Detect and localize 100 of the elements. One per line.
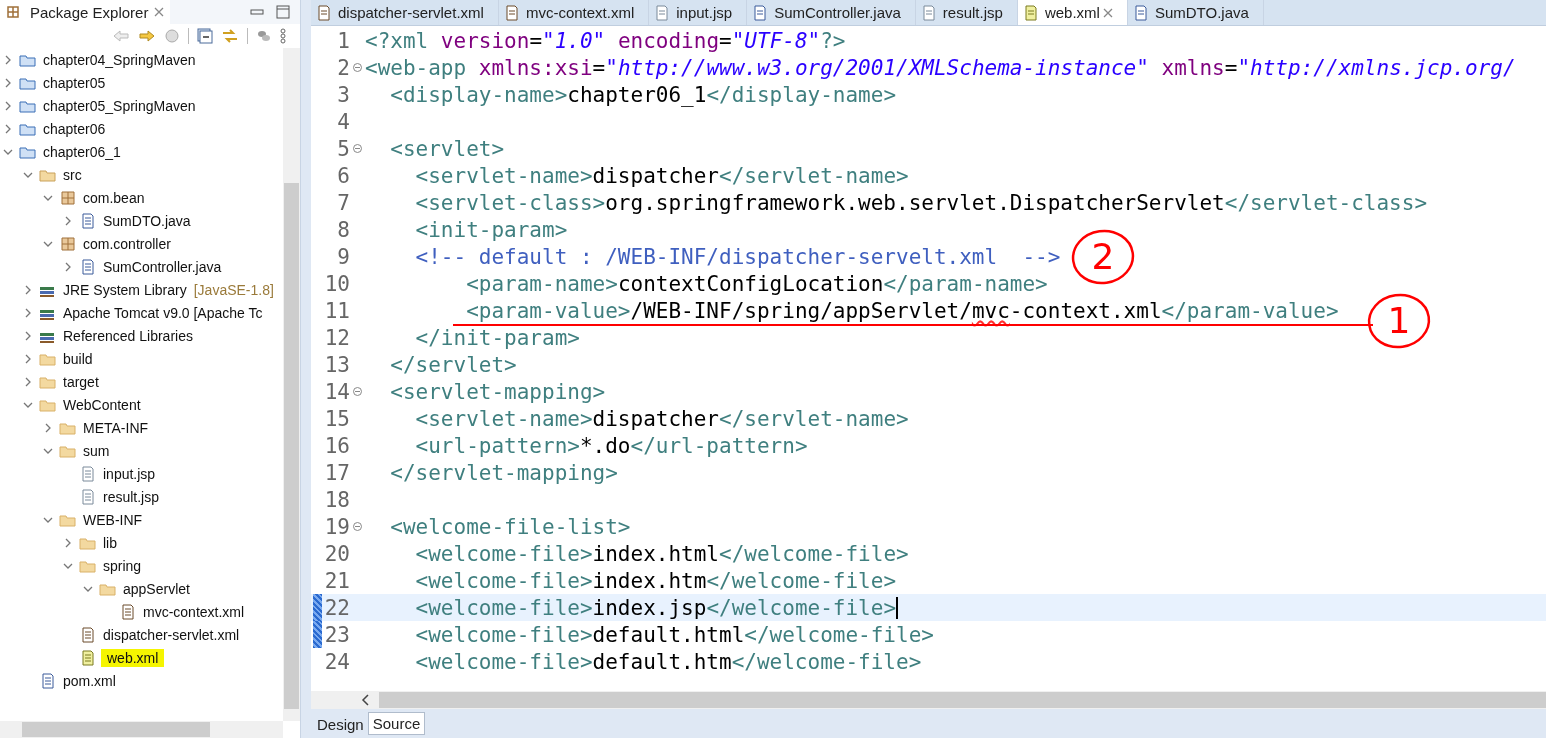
scroll-left-icon[interactable] (361, 694, 371, 706)
code-token: ?> (820, 28, 846, 53)
line-number: 7 (336, 190, 350, 215)
tree-item[interactable]: chapter05 (41, 74, 108, 91)
line-number: 21 (323, 568, 350, 593)
tree-item[interactable]: build (61, 350, 95, 367)
expand-chevron-icon[interactable] (3, 77, 13, 88)
code-token: <url-pattern> (414, 433, 580, 458)
editor-tab[interactable]: input.jsp (649, 0, 748, 25)
editor-tab[interactable]: result.jsp (915, 0, 1018, 25)
tree-item[interactable]: com.controller (81, 235, 173, 252)
minimize-icon[interactable] (250, 7, 264, 17)
fold-icon[interactable] (353, 387, 362, 396)
tree-item[interactable]: sum (81, 442, 112, 459)
code-token: <param-name> (465, 271, 618, 296)
maximize-icon[interactable] (276, 5, 290, 19)
tree-item[interactable]: web.xml (101, 648, 165, 667)
expand-chevron-icon[interactable] (23, 353, 33, 364)
tree-item[interactable]: dispatcher-servlet.xml (101, 626, 242, 643)
expand-chevron-icon[interactable] (63, 261, 73, 272)
tree-item[interactable]: META-INF (81, 419, 151, 436)
editor-mode-tab[interactable]: Source (367, 712, 426, 735)
line-number: 2 (336, 55, 350, 80)
code-token: = (592, 55, 606, 80)
code-token: <?xml (365, 28, 430, 53)
link-arrows-icon[interactable] (221, 28, 239, 44)
code-token: chapter06_1 (567, 82, 707, 107)
tree-item[interactable]: JRE System Library (61, 281, 189, 298)
fold-icon[interactable] (353, 63, 362, 72)
code-token: </welcome-file> (706, 595, 897, 620)
code-token: <servlet> (389, 136, 505, 161)
tree-item[interactable]: com.bean (81, 189, 147, 206)
editor-tab[interactable]: dispatcher-servlet.xml (311, 0, 499, 25)
editor-mode-tab[interactable]: Design (313, 714, 368, 735)
expand-chevron-icon[interactable] (3, 54, 13, 65)
fold-icon[interactable] (353, 522, 362, 531)
tree-item[interactable]: appServlet (121, 580, 192, 597)
tree-item[interactable]: chapter05_SpringMaven (41, 97, 198, 114)
code-token: </init-param> (414, 325, 580, 350)
editor-tab[interactable]: SumDTO.java (1127, 0, 1264, 25)
code-token: contextConfigLocation (617, 271, 884, 296)
tree-item[interactable]: SumDTO.java (101, 212, 193, 229)
code-token: = (529, 28, 543, 53)
code-token: <web-app (365, 55, 468, 80)
expand-chevron-icon[interactable] (3, 123, 13, 134)
code-token: org.springframework.web.servlet.DispatcherServlet (605, 190, 1225, 215)
editor-tab[interactable]: web.xml (1017, 0, 1128, 25)
tree-item[interactable]: result.jsp (101, 488, 162, 505)
expand-chevron-icon[interactable] (3, 100, 13, 111)
tree-item[interactable]: lib (101, 534, 119, 551)
line-number: 1 (336, 28, 350, 53)
close-icon[interactable] (1102, 7, 1113, 18)
line-number: 23 (323, 622, 350, 647)
code-token: </welcome-file> (706, 568, 897, 593)
tree-item[interactable]: SumController.java (101, 258, 224, 275)
tree-item[interactable]: WEB-INF (81, 511, 145, 528)
code-token: </url-pattern> (630, 433, 808, 458)
line-number: 8 (336, 217, 350, 242)
horizontal-scrollbar[interactable] (0, 721, 283, 738)
filter-icon[interactable] (256, 28, 272, 44)
expand-chevron-icon[interactable] (23, 307, 33, 318)
code-token: default.html (592, 622, 745, 647)
tree-item[interactable]: spring (101, 557, 144, 574)
code-token: <welcome-file> (414, 622, 593, 647)
tree-item[interactable]: WebContent (61, 396, 143, 413)
tree-item[interactable]: chapter06_1 (41, 143, 123, 160)
forward-arrow-icon[interactable] (138, 29, 156, 43)
vertical-scrollbar[interactable] (283, 48, 300, 721)
tree-item[interactable]: input.jsp (101, 465, 158, 482)
collapse-all-icon[interactable] (197, 28, 213, 44)
code-token: -context.xml (1009, 298, 1162, 323)
file-icon (1133, 4, 1148, 21)
horizontal-scrollbar[interactable] (311, 691, 1546, 709)
tree-item[interactable]: pom.xml (61, 672, 118, 689)
expand-chevron-icon[interactable] (23, 330, 33, 341)
expand-chevron-icon[interactable] (43, 422, 53, 433)
expand-chevron-icon[interactable] (23, 376, 33, 387)
view-menu-icon[interactable] (280, 28, 286, 44)
line-number: 17 (323, 460, 350, 485)
line-number: 6 (336, 163, 350, 188)
code-token: </servlet-name> (719, 163, 909, 188)
close-icon[interactable] (154, 7, 165, 17)
code-token: *.do (579, 433, 631, 458)
code-token: index.html (592, 541, 719, 566)
tree-item[interactable]: Apache Tomcat v9.0 [Apache Tc (61, 304, 265, 321)
tree-item[interactable]: chapter06 (41, 120, 108, 137)
file-icon (79, 258, 97, 275)
tree-item[interactable]: target (61, 373, 101, 390)
tree-item[interactable]: chapter04_SpringMaven (41, 51, 198, 68)
tree-item[interactable]: mvc-context.xml (141, 603, 247, 620)
expand-chevron-icon[interactable] (23, 284, 33, 295)
editor-tab[interactable]: SumController.java (747, 0, 916, 25)
expand-chevron-icon[interactable] (63, 537, 73, 548)
expand-chevron-icon[interactable] (63, 215, 73, 226)
fold-icon[interactable] (353, 144, 362, 153)
editor-tab[interactable]: mvc-context.xml (498, 0, 650, 25)
tree-item[interactable]: Referenced Libraries (61, 327, 195, 344)
file-icon (753, 4, 768, 21)
tree-item[interactable]: src (61, 166, 84, 183)
code-token: <servlet-name> (414, 163, 593, 188)
